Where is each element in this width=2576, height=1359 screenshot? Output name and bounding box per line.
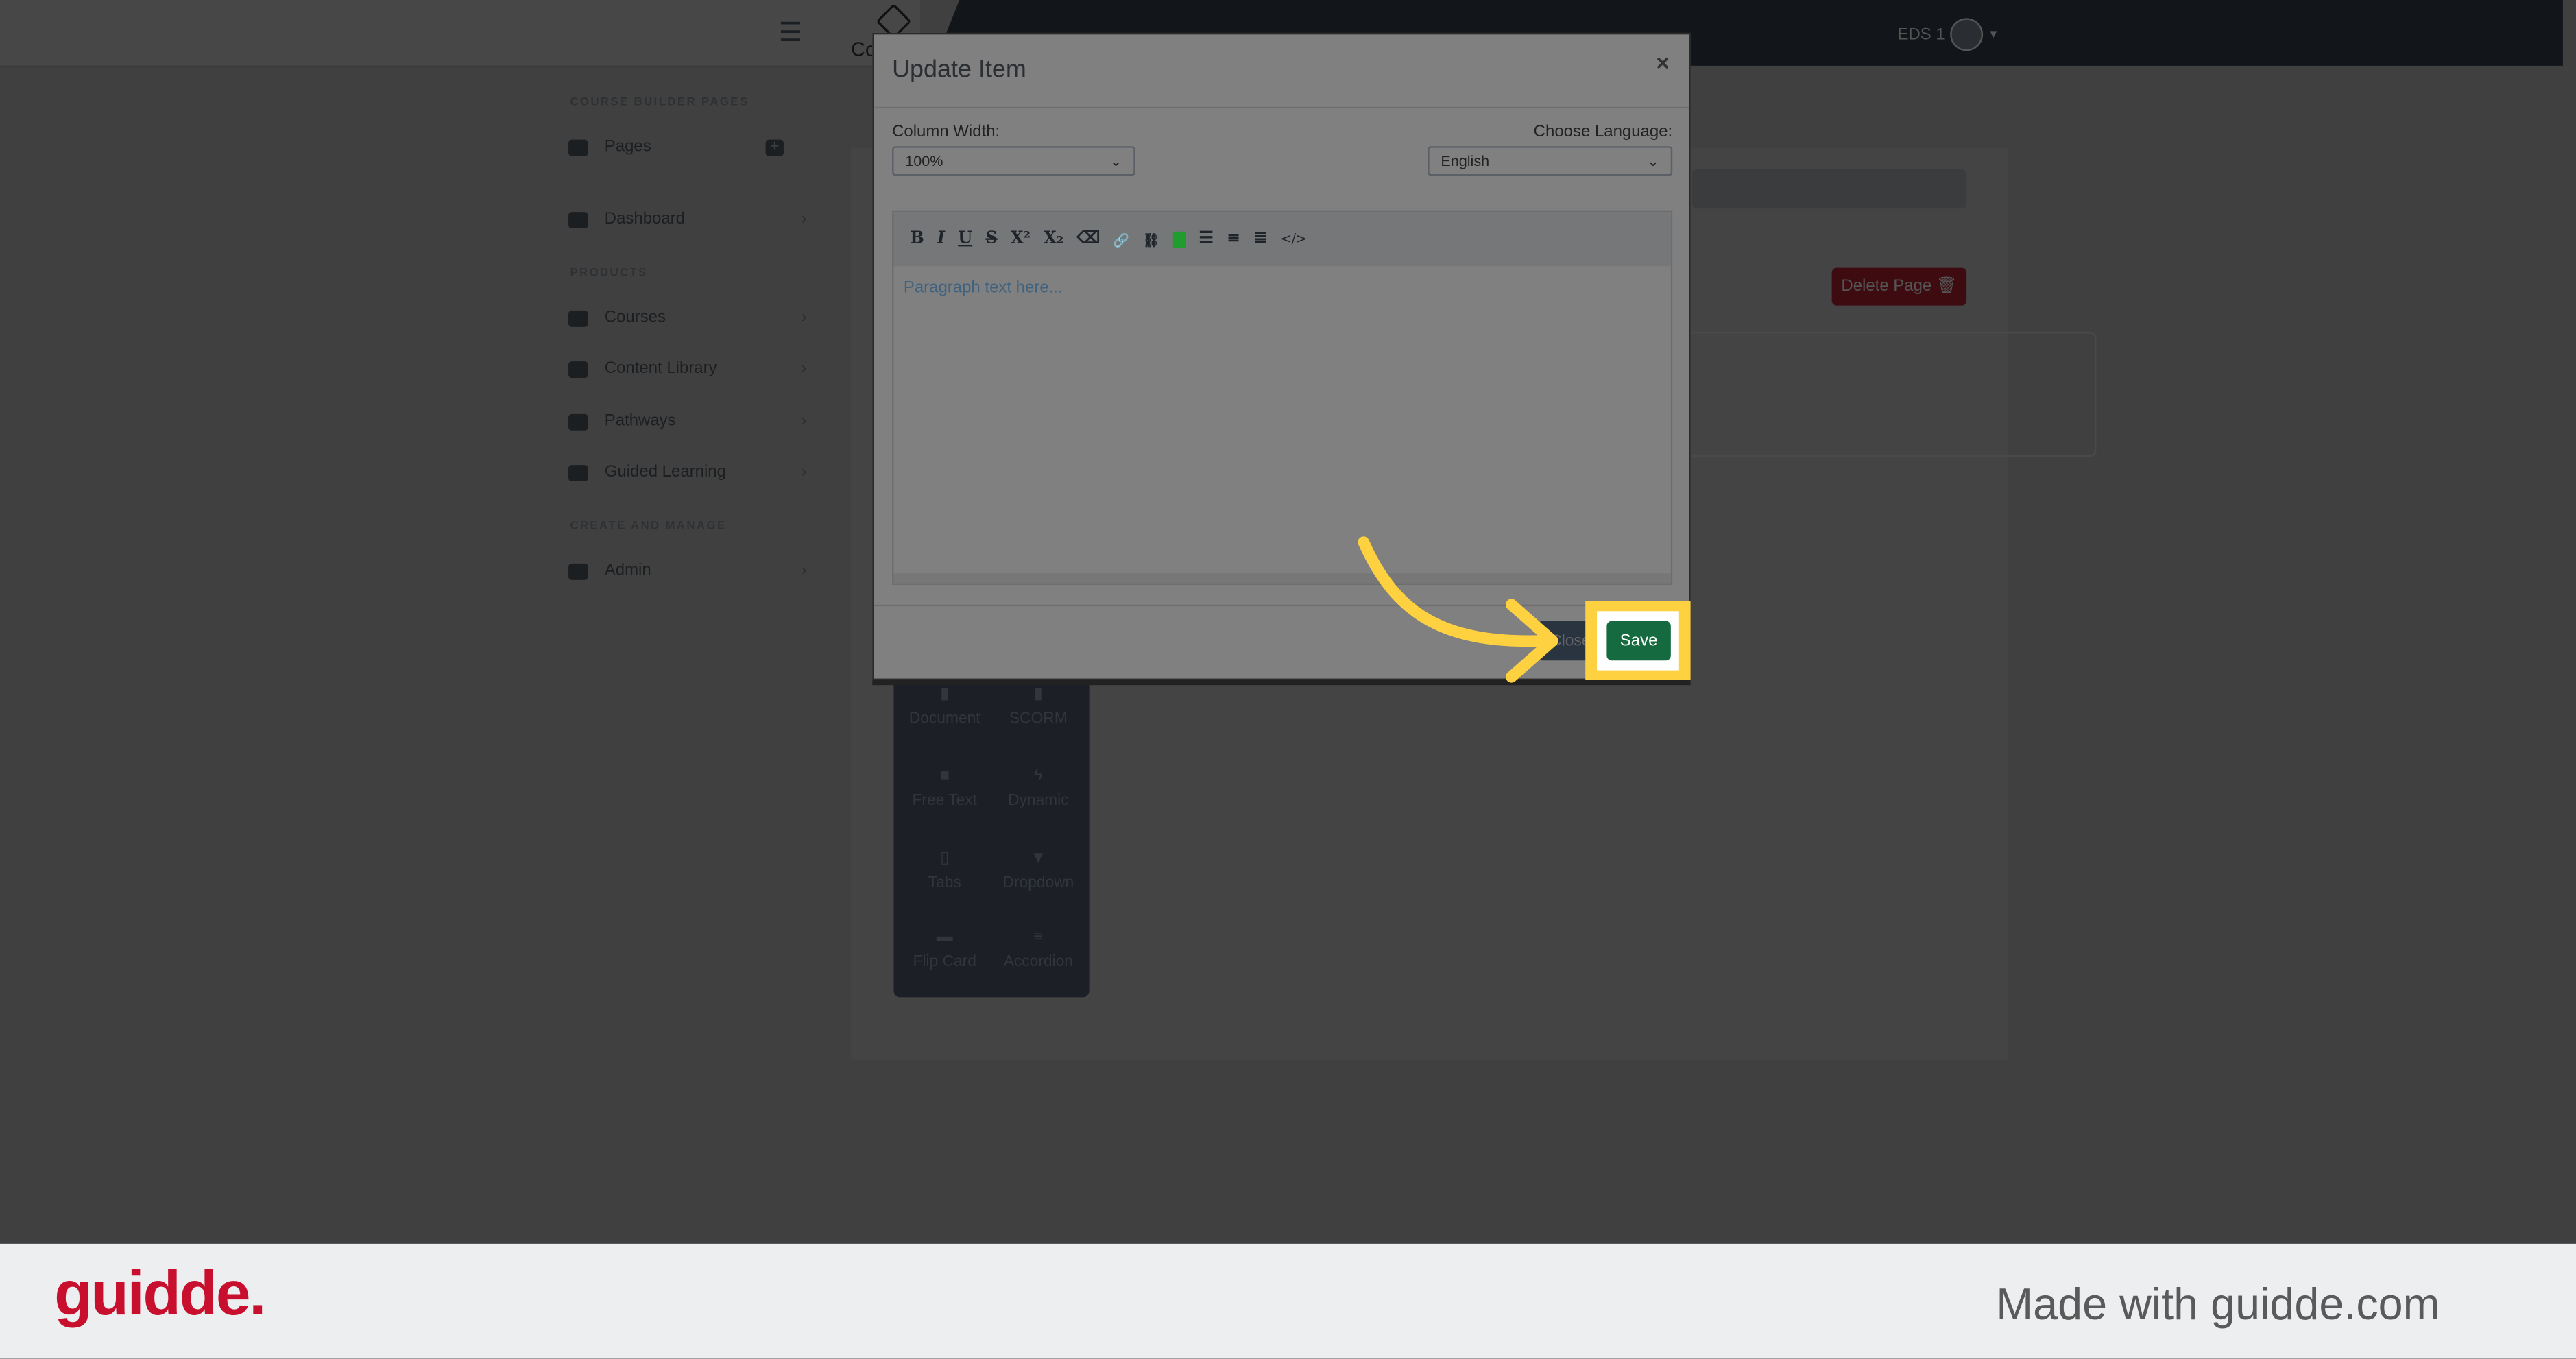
palette-item-document[interactable]: ▮ Document <box>895 685 994 727</box>
sidebar-item-label: Admin <box>604 562 651 580</box>
bold-icon[interactable]: B <box>910 230 924 248</box>
folder-icon: ▬ <box>936 928 953 947</box>
language-value: English <box>1441 152 1490 169</box>
sidebar-item-label: Pathways <box>604 412 676 431</box>
palette-label: SCORM <box>1009 710 1068 728</box>
avatar-icon <box>1949 18 1983 51</box>
chevron-right-icon: › <box>801 309 807 327</box>
palette-label: Dropdown <box>1002 874 1074 893</box>
content-card <box>1676 332 2097 457</box>
language-label: Choose Language: <box>1533 123 1673 142</box>
section-products: PRODUCTS <box>570 267 648 280</box>
chevron-right-icon: › <box>801 412 807 431</box>
sidebar-item-admin[interactable]: Admin › <box>568 562 807 580</box>
chevron-right-icon: › <box>801 210 807 229</box>
sidebar-item-label: Dashboard <box>604 210 685 229</box>
eraser-icon[interactable]: ⌫ <box>1076 230 1100 248</box>
palette-label: Accordion <box>1003 952 1073 972</box>
ordered-list-icon[interactable]: ≡ <box>1227 230 1240 248</box>
palette-item-dropdown[interactable]: ▼ Dropdown <box>989 850 1087 892</box>
user-menu[interactable]: EDS 1 ▼ <box>1897 18 1999 51</box>
book-icon <box>568 360 588 377</box>
superscript-icon[interactable]: X² <box>1011 230 1031 248</box>
editor-placeholder[interactable]: Paragraph text here... <box>904 279 1063 297</box>
palette-label: Document <box>908 710 980 728</box>
add-page-icon[interactable]: + <box>765 138 784 156</box>
trash-icon: 🗑 <box>1936 277 1958 296</box>
section-create-manage: CREATE AND MANAGE <box>570 520 727 533</box>
palette-label: Flip Card <box>913 952 976 972</box>
palette-item-free-text[interactable]: ■ Free Text <box>895 767 994 810</box>
sidebar-item-label: Guided Learning <box>604 463 726 482</box>
palette-item-scorm[interactable]: ▮ SCORM <box>989 685 1087 727</box>
palette-item-accordion[interactable]: ≡ Accordion <box>989 928 1087 971</box>
chalkboard-teacher-icon <box>568 309 588 326</box>
palette-item-dynamic[interactable]: ϟ Dynamic <box>989 767 1087 810</box>
sidebar-item-label: Pages <box>604 138 651 156</box>
sidebar-item-dashboard[interactable]: Dashboard › <box>568 211 806 228</box>
palette-item-tabs[interactable]: ▯ Tabs <box>895 850 994 892</box>
column-width-label: Column Width: <box>892 123 1000 142</box>
clipboard-list-icon <box>568 464 588 481</box>
text-color-icon[interactable] <box>1172 230 1186 248</box>
close-icon[interactable]: × <box>1656 49 1670 75</box>
save-button[interactable]: Save <box>1606 621 1671 661</box>
section-course-builder: COURSE BUILDER PAGES <box>570 97 749 109</box>
sidebar-item-courses[interactable]: Courses › <box>568 309 807 327</box>
bolt-icon: ϟ <box>1033 767 1043 786</box>
save-label: Save <box>1620 632 1658 650</box>
divider <box>874 106 1689 109</box>
column-width-select[interactable]: 100% ⌄ <box>892 146 1135 176</box>
file-icon: ▮ <box>940 685 950 703</box>
database-icon: ▮ <box>1033 685 1043 703</box>
gear-icon <box>568 562 588 579</box>
file-text-icon: ▯ <box>940 849 950 868</box>
chevron-down-icon: ⌄ <box>1109 152 1122 169</box>
bank-icon <box>568 139 588 156</box>
align-icon[interactable]: ≣ <box>1253 230 1267 248</box>
square-icon: ■ <box>939 767 950 786</box>
screen: ☰ Co EDS 1 ▼ COURSE BUILDER PAGES Pages +… <box>0 0 2576 1359</box>
pointer-arrow-icon <box>1358 536 1558 683</box>
palette-label: Free Text <box>912 791 978 810</box>
award-icon <box>568 413 588 430</box>
strikethrough-icon[interactable]: S <box>985 230 997 248</box>
language-select[interactable]: English ⌄ <box>1428 146 1673 176</box>
unlink-icon[interactable]: ⛓ <box>1142 231 1159 248</box>
hamburger-menu-icon[interactable]: ☰ <box>779 16 802 49</box>
sidebar-item-label: Courses <box>604 309 666 327</box>
palette-item-flip-card[interactable]: ▬ Flip Card <box>895 928 994 971</box>
sidebar-item-pathways[interactable]: Pathways › <box>568 412 807 431</box>
subscript-icon[interactable]: X₂ <box>1044 230 1063 248</box>
delete-page-label: Delete Page <box>1841 277 1932 296</box>
italic-icon[interactable]: I <box>937 230 945 248</box>
component-palette: ▮ Document ▮ SCORM ■ Free Text ϟ Dynamic ▯ Ta… <box>893 665 1090 998</box>
sidebar-item-guided-learning[interactable]: Guided Learning › <box>568 464 806 481</box>
editor-toolbar: B I U S X² X₂ ⌫ 🔗 ⛓ ☰ ≡ ≣ </> <box>893 212 1671 267</box>
guidde-logo: guidde. <box>54 1260 266 1330</box>
column-width-value: 100% <box>905 152 943 169</box>
link-icon[interactable]: 🔗 <box>1113 231 1129 248</box>
user-name: EDS 1 <box>1897 25 1945 44</box>
caret-down-icon: ▼ <box>1030 849 1047 868</box>
sidebar-item-content-library[interactable]: Content Library › <box>568 360 806 378</box>
sidebar-item-label: Content Library <box>604 359 717 378</box>
chevron-right-icon: › <box>801 359 807 378</box>
caret-down-icon: ▼ <box>1988 28 1999 40</box>
made-with-text: Made with guidde.com <box>1996 1279 2440 1330</box>
chevron-right-icon: › <box>801 463 807 482</box>
modal-title: Update Item <box>892 56 1026 84</box>
gauge-icon <box>568 211 588 228</box>
page-title-field <box>1692 169 1967 209</box>
list-icon: ≡ <box>1033 928 1044 947</box>
underline-icon[interactable]: U <box>958 230 972 248</box>
palette-label: Dynamic <box>1008 791 1069 810</box>
chevron-down-icon: ⌄ <box>1646 152 1660 169</box>
delete-page-button[interactable]: Delete Page 🗑 <box>1831 267 1967 306</box>
sidebar-item-pages[interactable]: Pages + <box>568 138 806 156</box>
code-view-icon[interactable]: </> <box>1281 232 1308 247</box>
palette-label: Tabs <box>928 874 961 893</box>
chevron-right-icon: › <box>801 562 807 580</box>
unordered-list-icon[interactable]: ☰ <box>1199 230 1213 248</box>
